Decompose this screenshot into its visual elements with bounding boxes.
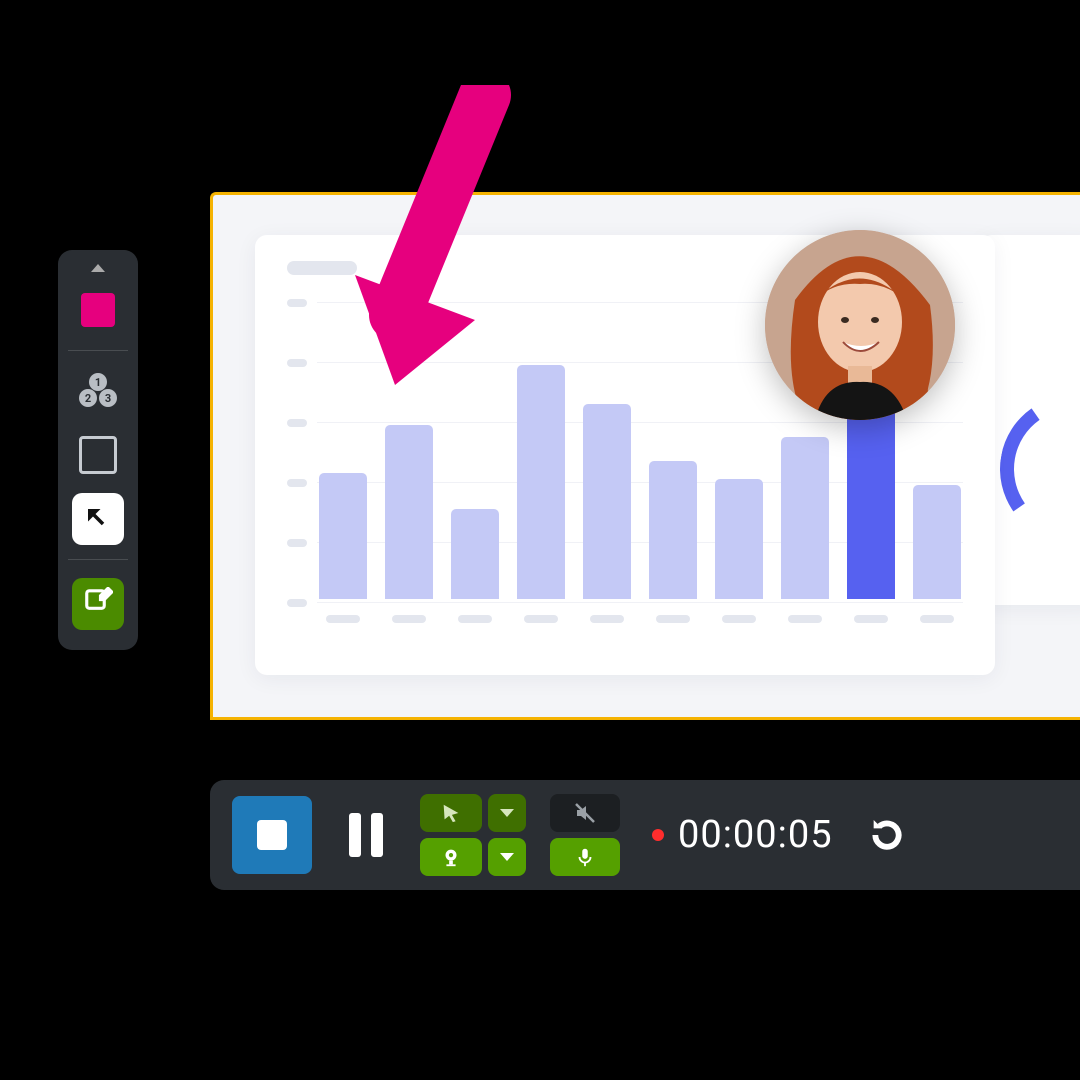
toolbar-divider [68,350,128,351]
cursor-icon [440,802,462,824]
chart-bar [781,437,829,623]
chart-bar [715,479,763,623]
recorder-toolbar: 00:00:05 [210,780,1080,890]
donut-arc-icon [988,383,1080,554]
chevron-up-icon[interactable] [91,264,105,272]
restart-icon [867,815,907,855]
chart-bar [385,425,433,623]
arrow-tool[interactable] [72,493,124,545]
recording-indicator-icon [652,829,664,841]
chevron-down-icon [500,809,514,817]
webcam-icon [440,846,462,868]
elapsed-time: 00:00:05 [678,813,833,857]
chart-bar [451,509,499,623]
speaker-muted-icon [573,801,597,825]
chevron-down-icon [500,853,514,861]
chart-title-placeholder [287,261,357,275]
system-audio-mute-button[interactable] [550,794,620,832]
square-icon [81,293,115,327]
recording-timer: 00:00:05 [652,813,833,857]
cursor-effects-dropdown[interactable] [488,794,526,832]
restart-button[interactable] [863,811,911,859]
pause-icon [349,813,361,857]
side-widget-card [980,235,1080,605]
audio-button-group [550,794,620,876]
chart-bar [913,485,961,623]
color-swatch-tool[interactable] [72,284,124,336]
cursor-effects-button[interactable] [420,794,482,832]
chart-bar [517,365,565,623]
chart-bar [583,404,631,623]
microphone-button[interactable] [550,838,620,876]
chart-bar [649,461,697,623]
rectangle-tool[interactable] [72,429,124,481]
webcam-overlay[interactable] [765,230,955,420]
toolbar-divider [68,559,128,560]
edit-annotation-tool[interactable] [72,578,124,630]
rectangle-icon [79,436,117,474]
webcam-button[interactable] [420,838,482,876]
pause-icon [371,813,383,857]
microphone-icon [574,846,596,868]
webcam-dropdown[interactable] [488,838,526,876]
recording-canvas [210,192,1080,720]
numbered-steps-tool[interactable]: 1 2 3 [72,365,124,417]
annotation-toolbar: 1 2 3 [58,250,138,650]
pause-button[interactable] [336,805,396,865]
stop-icon [257,820,287,850]
numbered-steps-icon: 1 2 3 [80,376,116,406]
arrow-icon [83,504,113,534]
effects-button-group [420,794,526,876]
chart-bar [319,473,367,623]
stop-button[interactable] [232,796,312,874]
edit-icon [83,587,113,621]
